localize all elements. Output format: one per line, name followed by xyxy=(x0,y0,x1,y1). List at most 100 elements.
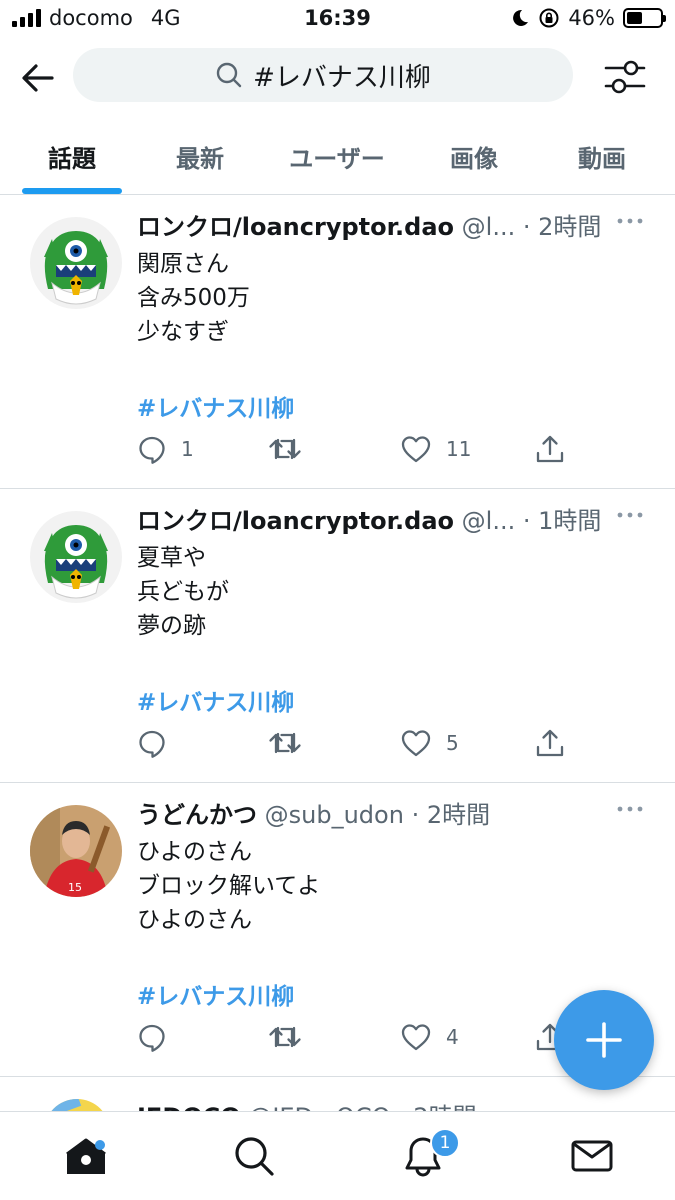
search-icon xyxy=(235,1137,274,1176)
share-icon xyxy=(536,435,564,463)
separator: · xyxy=(515,507,539,535)
tweet-header: ロンクロ/loancryptor.dao @l... · 1時間 xyxy=(137,501,607,535)
hashtag-link[interactable]: #レバナス川柳 xyxy=(137,683,294,717)
search-query: #レバナス川柳 xyxy=(253,62,431,93)
monster-avatar-image xyxy=(30,511,122,603)
separator: · xyxy=(403,801,427,829)
tweet-more-button[interactable] xyxy=(616,799,644,819)
status-right: 46% xyxy=(510,6,666,30)
retweet-icon xyxy=(269,732,301,754)
retweet-button[interactable] xyxy=(268,429,316,469)
like-button[interactable]: 4 xyxy=(400,1017,459,1057)
tweet-time[interactable]: 2時間 xyxy=(538,213,601,241)
tweet-partial[interactable]: IEDOCO @IED...OCO · 2時間 xyxy=(0,1077,675,1113)
tweet-text: ひよのさん ブロック解いてよ ひよのさん xyxy=(137,835,320,937)
heart-icon xyxy=(401,1024,431,1051)
tweet-actions: 5 xyxy=(0,723,675,763)
author-handle[interactable]: @l... xyxy=(462,213,516,241)
tweet[interactable]: ロンクロ/loancryptor.dao @l... · 2時間 関原さん含み5… xyxy=(0,195,675,489)
author-handle[interactable]: @l... xyxy=(462,507,516,535)
like-button[interactable]: 11 xyxy=(400,429,471,469)
tweet-text-line: ひよのさん xyxy=(137,839,252,865)
retweet-icon xyxy=(269,1026,301,1048)
svg-text:15: 15 xyxy=(68,881,82,894)
author-name[interactable]: ロンクロ/loancryptor.dao xyxy=(137,213,454,241)
retweet-icon xyxy=(269,438,301,460)
tweet-actions: 1 11 xyxy=(0,429,675,469)
player-avatar-image: 15 xyxy=(30,805,122,897)
rotation-lock-icon xyxy=(539,8,559,28)
tweet-text-line: 夢の跡 xyxy=(137,613,206,639)
tweet-text-line: ひよのさん xyxy=(137,907,252,933)
tweet[interactable]: ロンクロ/loancryptor.dao @l... · 1時間 夏草や兵どもが… xyxy=(0,489,675,783)
tab-people[interactable]: ユーザー xyxy=(266,118,408,194)
arrow-left-icon xyxy=(22,64,54,92)
nav-explore[interactable] xyxy=(232,1134,276,1178)
tweet-text-line: 含み500万 xyxy=(137,285,250,311)
heart-icon xyxy=(401,730,431,757)
share-button[interactable] xyxy=(534,429,566,469)
monster-avatar-image xyxy=(30,217,122,309)
separator: · xyxy=(515,213,539,241)
search-header: #レバナス川柳 xyxy=(0,40,675,115)
like-button[interactable]: 5 xyxy=(400,723,459,763)
search-icon xyxy=(216,62,242,88)
hashtag-link[interactable]: #レバナス川柳 xyxy=(137,389,294,423)
tab-videos[interactable]: 動画 xyxy=(540,118,664,194)
battery-icon xyxy=(623,8,666,28)
search-input[interactable]: #レバナス川柳 xyxy=(73,48,573,102)
more-dots-icon xyxy=(617,806,643,812)
bottom-navigation: 1 xyxy=(0,1111,675,1200)
reply-button[interactable] xyxy=(137,1017,181,1057)
tweet-more-button[interactable] xyxy=(616,211,644,231)
tweet-header: うどんかつ @sub_udon · 2時間 xyxy=(137,795,607,829)
hashtag-link[interactable]: #レバナス川柳 xyxy=(137,977,294,1011)
more-dots-icon xyxy=(617,218,643,224)
tweet-text-line: ブロック解いてよ xyxy=(137,873,321,899)
tab-latest[interactable]: 最新 xyxy=(140,118,260,194)
tweet-text: 夏草や兵どもが夢の跡 xyxy=(137,541,229,643)
avatar[interactable] xyxy=(30,217,122,309)
tweet-header: ロンクロ/loancryptor.dao @l... · 2時間 xyxy=(137,207,607,241)
heart-icon xyxy=(401,436,431,463)
compose-tweet-button[interactable] xyxy=(554,990,654,1090)
reply-icon xyxy=(139,436,165,464)
tweet-text-line: 少なすぎ xyxy=(137,319,229,345)
mail-icon xyxy=(571,1140,613,1172)
like-count: 11 xyxy=(446,437,472,461)
reply-button[interactable] xyxy=(137,723,181,763)
reply-count: 1 xyxy=(181,437,194,461)
reply-button[interactable]: 1 xyxy=(137,429,194,469)
avatar[interactable]: 15 xyxy=(30,805,122,897)
share-icon xyxy=(536,729,564,757)
author-name[interactable]: ロンクロ/loancryptor.dao xyxy=(137,507,454,535)
retweet-button[interactable] xyxy=(268,1017,316,1057)
nav-messages[interactable] xyxy=(570,1134,614,1178)
tweet-time[interactable]: 1時間 xyxy=(538,507,601,535)
tweet-text: 関原さん含み500万 少なすぎ xyxy=(137,247,250,349)
tab-top[interactable]: 話題 xyxy=(10,118,134,194)
share-button[interactable] xyxy=(534,723,566,763)
avatar[interactable] xyxy=(30,511,122,603)
like-count: 5 xyxy=(446,731,459,755)
tab-photos[interactable]: 画像 xyxy=(414,118,534,194)
back-button[interactable] xyxy=(18,58,58,98)
reply-icon xyxy=(139,1024,165,1052)
search-tabs: 話題 最新 ユーザー 画像 動画 xyxy=(0,118,675,195)
tweet-text-line: 夏草や xyxy=(137,545,206,571)
battery-percent: 46% xyxy=(568,6,615,30)
search-filter-button[interactable] xyxy=(602,56,648,98)
tweet-more-button[interactable] xyxy=(616,505,644,525)
home-unread-dot xyxy=(95,1140,105,1150)
tweet-text-line: 兵どもが xyxy=(137,579,229,605)
tweet-time[interactable]: 2時間 xyxy=(427,801,490,829)
plus-icon xyxy=(586,1022,622,1058)
notification-badge: 1 xyxy=(430,1128,460,1158)
retweet-button[interactable] xyxy=(268,723,316,763)
more-dots-icon xyxy=(617,512,643,518)
author-name[interactable]: うどんかつ xyxy=(137,801,257,829)
author-handle[interactable]: @sub_udon xyxy=(265,801,404,829)
tweet-text-line: 関原さん xyxy=(137,251,229,277)
like-count: 4 xyxy=(446,1025,459,1049)
moon-icon xyxy=(513,9,529,26)
